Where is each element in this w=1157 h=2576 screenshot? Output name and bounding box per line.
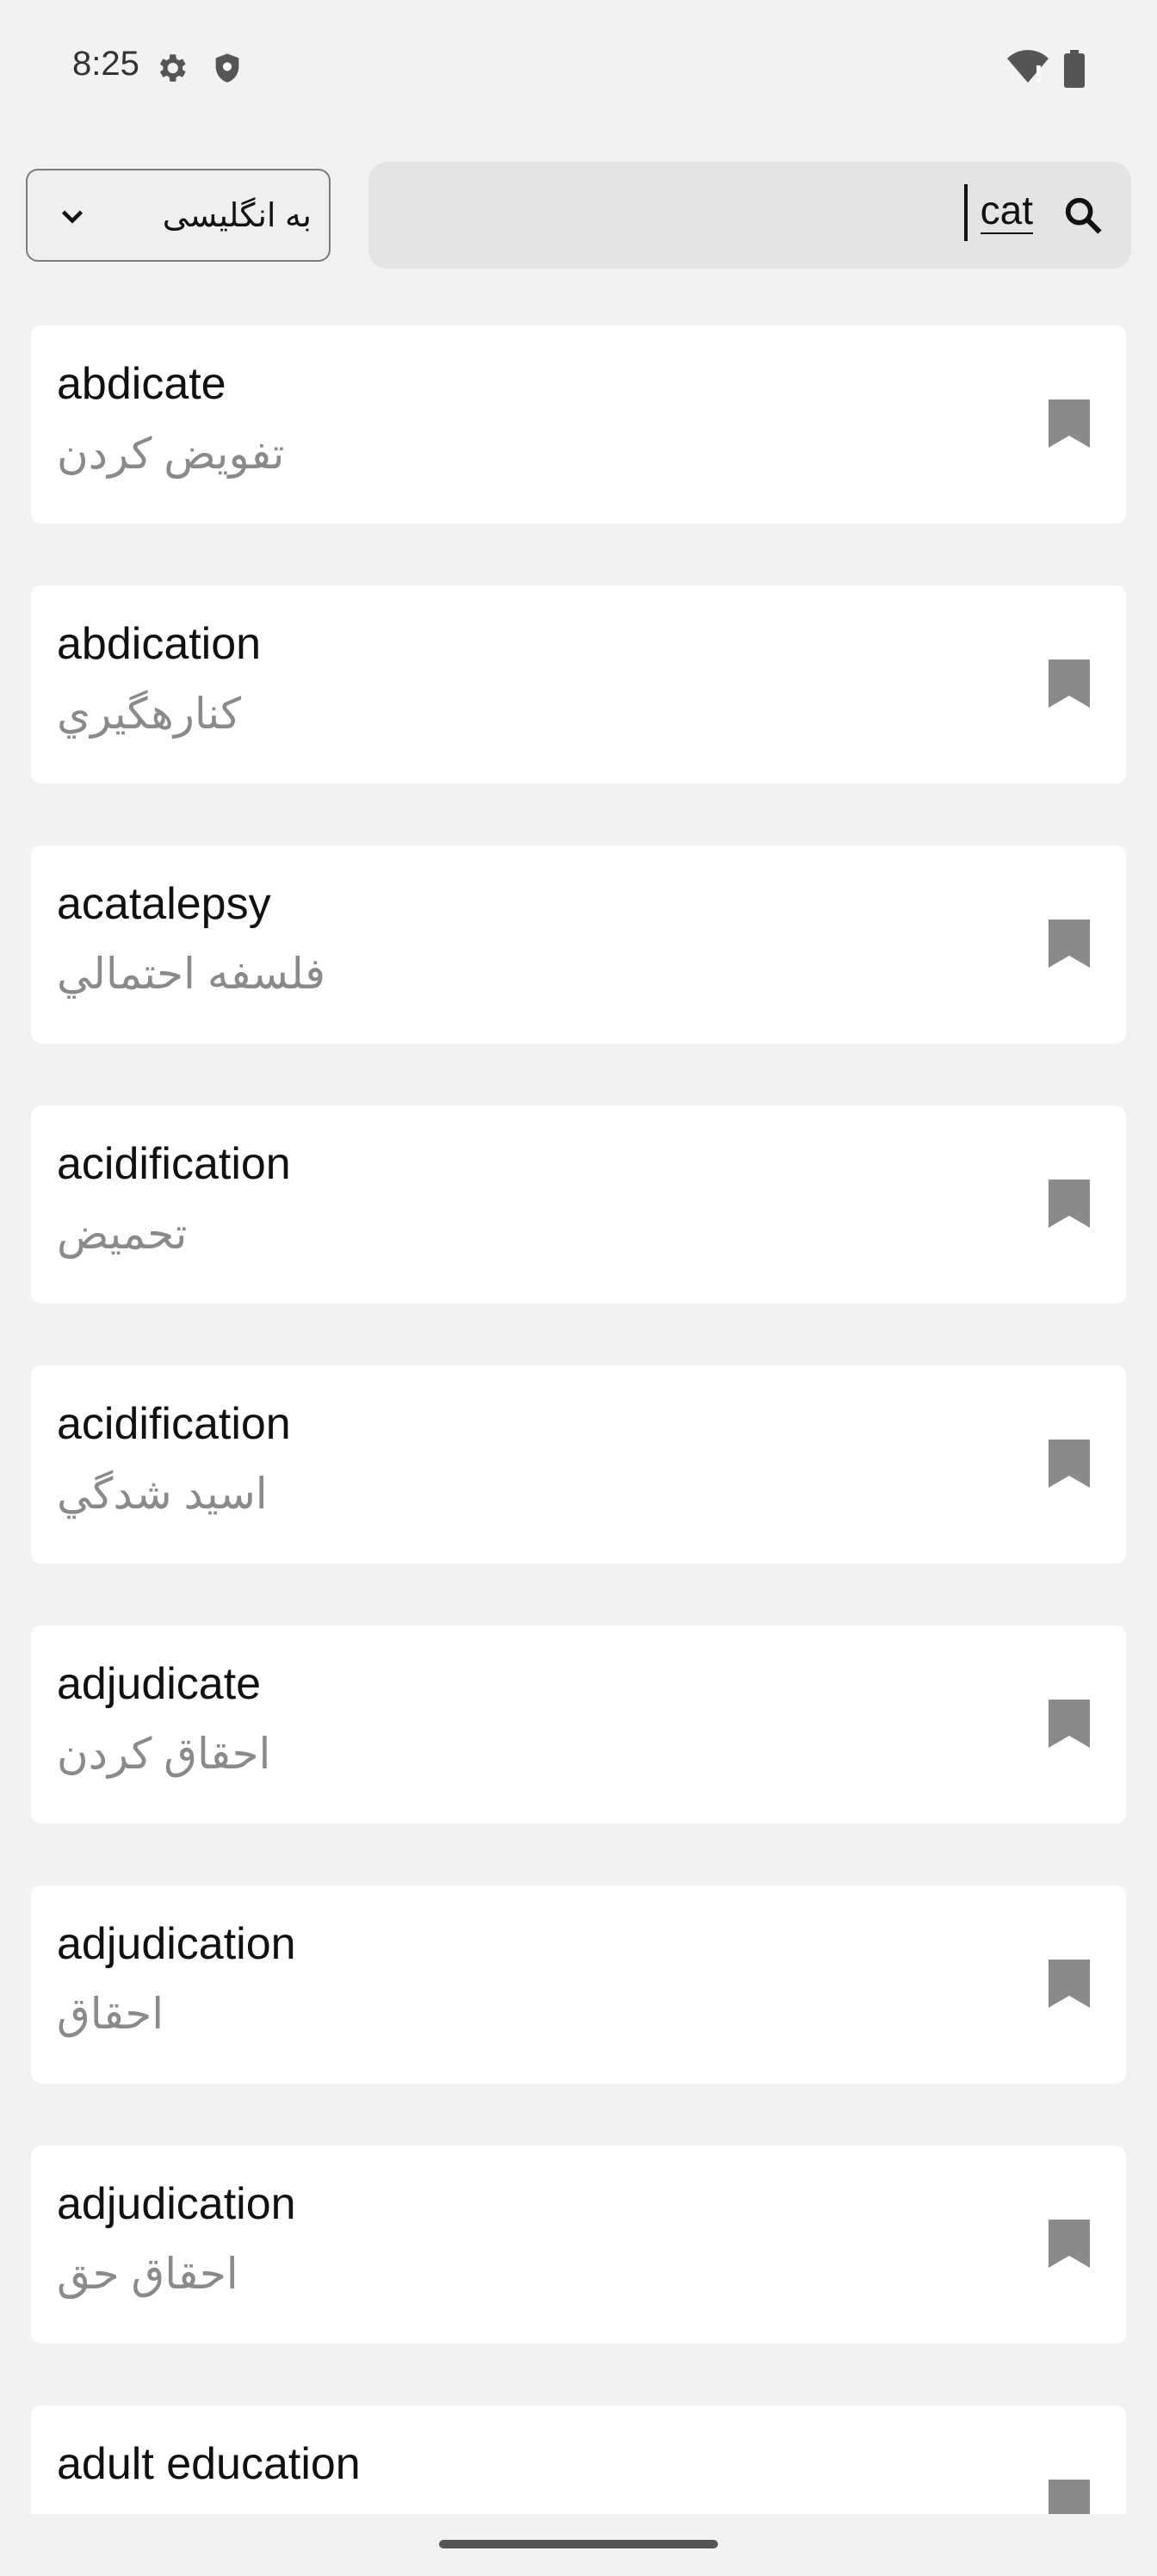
entry-meaning: احقاق حق: [57, 2250, 238, 2298]
list-item[interactable]: acatalepsy فلسفه احتمالي: [31, 845, 1126, 1043]
search-query: cat: [980, 188, 1033, 234]
status-time: 8:25: [72, 45, 139, 83]
entry-word: abdication: [57, 619, 262, 669]
bookmark-icon[interactable]: [1049, 1960, 1090, 2012]
chevron-down-icon: [55, 201, 90, 237]
list-item[interactable]: abdicate تفويض كردن: [31, 325, 1126, 523]
bookmark-icon[interactable]: [1049, 2220, 1090, 2272]
search-input[interactable]: cat: [368, 162, 1131, 269]
bookmark-icon[interactable]: [1049, 399, 1090, 452]
entry-meaning: تحميض: [57, 1210, 188, 1258]
bookmark-icon[interactable]: [1049, 659, 1090, 712]
entry-word: adjudication: [57, 1919, 296, 1969]
language-dropdown-label: به انگلیسی: [162, 198, 312, 234]
home-gesture-handle[interactable]: [439, 2540, 718, 2548]
settings-icon: [153, 50, 189, 90]
list-item[interactable]: abdication كنارهگيري: [31, 585, 1126, 783]
list-item[interactable]: adjudicate احقاق كردن: [31, 1625, 1126, 1824]
bookmark-icon[interactable]: [1049, 1700, 1090, 1752]
text-cursor: [964, 184, 968, 241]
entry-word: adjudication: [57, 2179, 296, 2229]
entry-meaning: احقاق كردن: [57, 1730, 271, 1778]
bookmark-icon[interactable]: [1049, 1180, 1090, 1232]
entry-word: adult education: [57, 2439, 361, 2489]
entry-word: acidification: [57, 1399, 291, 1449]
bookmark-icon[interactable]: [1049, 920, 1090, 972]
entry-meaning: كنارهگيري: [57, 690, 242, 738]
entry-word: acatalepsy: [57, 879, 271, 929]
list-item[interactable]: adjudication احقاق: [31, 1886, 1126, 2084]
language-dropdown[interactable]: به انگلیسی: [26, 169, 331, 262]
wifi-icon: [1007, 50, 1049, 90]
entry-meaning: اسيد شدگي: [57, 1470, 268, 1518]
status-bar: 8:25: [0, 0, 1157, 138]
search-icon[interactable]: [1061, 193, 1105, 242]
entry-word: adjudicate: [57, 1659, 262, 1709]
list-item[interactable]: adjudication احقاق حق: [31, 2146, 1126, 2344]
list-item[interactable]: acidification اسيد شدگي: [31, 1365, 1126, 1564]
entry-word: abdicate: [57, 359, 226, 409]
list-item[interactable]: acidification تحميض: [31, 1105, 1126, 1303]
entry-word: acidification: [57, 1139, 291, 1189]
app-screen: 8:25 به انگلیسی cat abdicate تفويض كردن: [0, 0, 1157, 2576]
shield-icon: [210, 50, 244, 90]
bookmark-icon[interactable]: [1049, 1440, 1090, 1492]
battery-icon: [1064, 50, 1085, 92]
entry-meaning: احقاق: [57, 1990, 164, 2038]
entry-meaning: تفويض كردن: [57, 430, 285, 478]
entry-meaning: فلسفه احتمالي: [57, 950, 325, 998]
